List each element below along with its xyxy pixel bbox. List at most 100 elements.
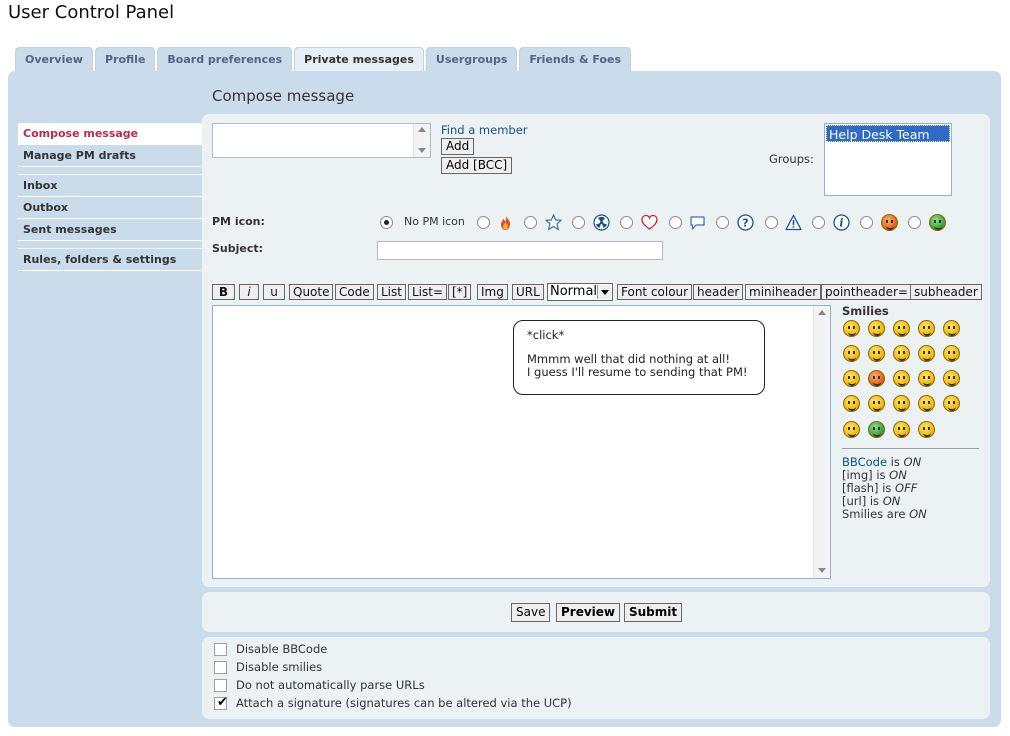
smiley-icon[interactable] [918, 345, 935, 362]
pm-icon-label: PM icon: [212, 215, 265, 228]
subject-input[interactable] [377, 241, 663, 260]
warning-icon [785, 214, 802, 231]
groups-select[interactable]: Help Desk Team [824, 123, 952, 196]
save-button[interactable]: Save [511, 603, 551, 622]
smiley-icon[interactable] [943, 345, 960, 362]
smiley-icon[interactable] [918, 370, 935, 387]
smiley-icon[interactable] [868, 370, 885, 387]
pm-icon-radio-none[interactable] [380, 216, 393, 229]
font-size-value: Normal [550, 284, 598, 299]
grin-icon [929, 214, 946, 231]
no-parse-urls-checkbox[interactable] [214, 679, 227, 692]
find-member-link[interactable]: Find a member [441, 123, 528, 137]
list-ordered-button[interactable]: List= [408, 284, 448, 300]
pm-icon-radio[interactable] [765, 216, 778, 229]
tab-private-messages[interactable]: Private messages [294, 47, 424, 72]
smiley-icon[interactable] [918, 421, 935, 438]
compose-title: Compose message [212, 87, 355, 105]
pm-icon-radio[interactable] [716, 216, 729, 229]
smiley-icon[interactable] [868, 345, 885, 362]
smiley-icon[interactable] [893, 395, 910, 412]
miniheader-button[interactable]: miniheader [745, 284, 822, 300]
scroll-down-icon[interactable] [818, 568, 826, 573]
smiley-icon[interactable] [843, 395, 860, 412]
url-button[interactable]: URL [512, 284, 544, 300]
disable-bbcode-checkbox[interactable] [214, 643, 227, 656]
italic-button[interactable]: i [239, 284, 259, 300]
flash-status: [flash] is OFF [842, 481, 918, 495]
font-colour-button[interactable]: Font colour [617, 284, 693, 300]
sidebar-item-manage-pm-drafts[interactable]: Manage PM drafts [18, 145, 202, 167]
sidebar-item-sent-messages[interactable]: Sent messages [18, 219, 202, 241]
recipients-scrollbar[interactable] [413, 124, 430, 157]
smiley-icon[interactable] [893, 320, 910, 337]
bold-button[interactable]: B [212, 284, 235, 300]
add-button[interactable]: Add [441, 138, 475, 155]
recipients-textarea[interactable] [212, 123, 431, 158]
sidebar-divider [18, 241, 202, 249]
message-scrollbar[interactable] [813, 306, 830, 578]
sidebar-item-outbox[interactable]: Outbox [18, 197, 202, 219]
sidebar-divider [18, 167, 202, 175]
sidebar-item-inbox[interactable]: Inbox [18, 175, 202, 197]
disable-smilies-checkbox[interactable] [214, 661, 227, 674]
subheader-button[interactable]: subheader [910, 284, 982, 300]
img-button[interactable]: Img [477, 284, 508, 300]
pm-icon-radio[interactable] [477, 216, 490, 229]
scroll-up-icon[interactable] [418, 127, 426, 132]
pm-icon-radio[interactable] [524, 216, 537, 229]
add-bcc-button[interactable]: Add [BCC] [441, 157, 513, 174]
smiley-icon[interactable] [843, 320, 860, 337]
smiley-icon[interactable] [843, 345, 860, 362]
chevron-down-icon[interactable] [597, 285, 611, 299]
code-button[interactable]: Code [335, 284, 374, 300]
scroll-down-icon[interactable] [418, 148, 426, 153]
tab-usergroups[interactable]: Usergroups [425, 47, 518, 71]
sidebar-item-rules-folders-settings[interactable]: Rules, folders & settings [18, 249, 202, 271]
bbcode-link[interactable]: BBCode [842, 455, 887, 469]
groups-option-selected[interactable]: Help Desk Team [826, 125, 950, 142]
img-status: [img] is ON [842, 468, 907, 482]
pm-icon-radio[interactable] [860, 216, 873, 229]
smiley-icon[interactable] [843, 370, 860, 387]
pm-icon-radio[interactable] [908, 216, 921, 229]
attach-signature-label: Attach a signature (signatures can be al… [236, 696, 572, 710]
smiley-icon[interactable] [843, 421, 860, 438]
smilies-status: Smilies are ON [842, 507, 927, 521]
smiley-icon[interactable] [868, 421, 885, 438]
smiley-icon[interactable] [943, 395, 960, 412]
smiley-icon[interactable] [893, 370, 910, 387]
smiley-icon[interactable] [868, 320, 885, 337]
pm-icon-radio[interactable] [669, 216, 682, 229]
list-button[interactable]: List [377, 284, 406, 300]
preview-button[interactable]: Preview [556, 603, 621, 622]
pm-icon-radio[interactable] [812, 216, 825, 229]
smiley-icon[interactable] [893, 345, 910, 362]
svg-text:i: i [839, 217, 843, 230]
pm-icon-radio[interactable] [572, 216, 585, 229]
submit-button[interactable]: Submit [624, 603, 683, 622]
underline-button[interactable]: u [263, 284, 285, 300]
tab-overview[interactable]: Overview [15, 47, 93, 71]
svg-text:?: ? [742, 217, 748, 230]
pm-icon-radio[interactable] [620, 216, 633, 229]
page-title: User Control Panel [8, 2, 175, 23]
sidebar-item-compose-message[interactable]: Compose message [18, 123, 202, 145]
smiley-icon[interactable] [918, 320, 935, 337]
tab-profile[interactable]: Profile [94, 47, 156, 71]
pointheader-button[interactable]: pointheader= [821, 284, 912, 300]
tab-friends-foes[interactable]: Friends & Foes [519, 47, 631, 71]
list-item-button[interactable]: [*] [448, 284, 472, 300]
smiley-icon[interactable] [868, 395, 885, 412]
font-size-select[interactable]: Normal [547, 283, 613, 301]
smiley-icon[interactable] [943, 370, 960, 387]
tab-board-preferences[interactable]: Board preferences [157, 47, 293, 71]
smiley-icon[interactable] [943, 320, 960, 337]
attach-signature-checkbox[interactable]: ✔ [214, 695, 228, 710]
radioactive-icon [593, 214, 610, 231]
smiley-icon[interactable] [893, 421, 910, 438]
header-button[interactable]: header [693, 284, 744, 300]
scroll-up-icon[interactable] [818, 310, 826, 315]
quote-button[interactable]: Quote [289, 284, 334, 300]
smiley-icon[interactable] [918, 395, 935, 412]
